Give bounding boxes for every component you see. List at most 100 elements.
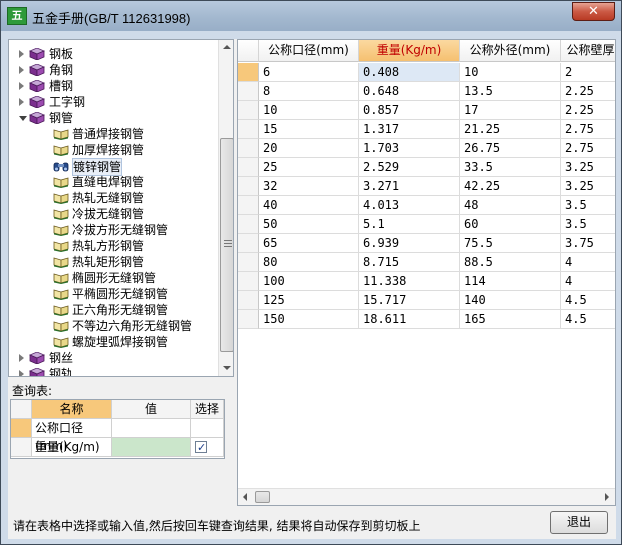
query-select-cell[interactable] <box>191 419 224 438</box>
scroll-up-arrow-icon[interactable] <box>223 45 231 49</box>
data-table[interactable]: 公称口径(mm) 重量(Kg/m) 公称外径(mm) 公称壁厚 6 0.408 10 2 8 0.… <box>237 39 616 506</box>
tree-item-child-10[interactable]: 平椭圆形无缝钢管 <box>9 286 217 302</box>
table-cell[interactable]: 3.271 <box>359 177 460 196</box>
title-bar[interactable]: 五 五金手册(GB/T 112631998) ✕ <box>1 1 621 31</box>
close-button[interactable]: ✕ <box>572 2 615 21</box>
tree-item-category-0[interactable]: 钢板 <box>9 46 217 62</box>
query-value-input[interactable] <box>112 419 191 438</box>
table-cell[interactable]: 8 <box>259 82 359 101</box>
tree-item-child-1[interactable]: 加厚焊接钢管 <box>9 142 217 158</box>
table-cell[interactable]: 114 <box>460 272 561 291</box>
tree-item-category-2[interactable]: 槽钢 <box>9 78 217 94</box>
table-cell[interactable]: 2.529 <box>359 158 460 177</box>
tree-item-category-4[interactable]: 钢管 <box>9 110 217 126</box>
table-cell[interactable]: 60 <box>460 215 561 234</box>
query-select-cell[interactable]: ✓ <box>191 438 224 457</box>
table-cell[interactable]: 6.939 <box>359 234 460 253</box>
query-header-value[interactable]: 值 <box>112 400 191 419</box>
expand-arrow-icon[interactable] <box>19 82 24 90</box>
row-header[interactable] <box>238 158 259 177</box>
table-cell[interactable]: 65 <box>259 234 359 253</box>
row-header[interactable] <box>238 177 259 196</box>
table-cell[interactable]: 6 <box>259 63 359 82</box>
table-cell[interactable]: 0.857 <box>359 101 460 120</box>
row-header[interactable] <box>238 196 259 215</box>
table-cell[interactable]: 48 <box>460 196 561 215</box>
exit-button[interactable]: 退出 <box>550 511 608 534</box>
table-cell[interactable]: 4 <box>561 272 615 291</box>
table-cell[interactable]: 4.5 <box>561 291 615 310</box>
table-cell[interactable]: 0.648 <box>359 82 460 101</box>
tree-vertical-scrollbar[interactable] <box>218 40 233 376</box>
tree-item-category-1[interactable]: 角钢 <box>9 62 217 78</box>
tree-item-child-0[interactable]: 普通焊接钢管 <box>9 126 217 142</box>
table-cell[interactable]: 1.317 <box>359 120 460 139</box>
tree-item-child-9[interactable]: 椭圆形无缝钢管 <box>9 270 217 286</box>
table-cell[interactable]: 4.013 <box>359 196 460 215</box>
table-cell[interactable]: 2.25 <box>561 101 615 120</box>
row-header[interactable] <box>238 120 259 139</box>
table-cell[interactable]: 3.5 <box>561 196 615 215</box>
table-cell[interactable]: 20 <box>259 139 359 158</box>
tree-item-after-category-0[interactable]: 钢丝 <box>9 350 217 366</box>
expand-arrow-icon[interactable] <box>19 50 24 58</box>
table-cell[interactable]: 88.5 <box>460 253 561 272</box>
row-header[interactable] <box>238 139 259 158</box>
scroll-down-arrow-icon[interactable] <box>223 366 231 370</box>
expand-arrow-icon[interactable] <box>19 98 24 106</box>
table-cell[interactable]: 25 <box>259 158 359 177</box>
row-header[interactable] <box>238 82 259 101</box>
table-horizontal-scrollbar[interactable] <box>238 488 615 505</box>
table-cell[interactable]: 165 <box>460 310 561 329</box>
table-cell[interactable]: 42.25 <box>460 177 561 196</box>
tree-item-child-6[interactable]: 冷拔方形无缝钢管 <box>9 222 217 238</box>
tree-item-child-11[interactable]: 正六角形无缝钢管 <box>9 302 217 318</box>
table-cell[interactable]: 11.338 <box>359 272 460 291</box>
tree-item-child-2[interactable]: 镀锌钢管 <box>9 158 217 176</box>
table-cell[interactable]: 18.611 <box>359 310 460 329</box>
table-cell[interactable]: 40 <box>259 196 359 215</box>
expand-arrow-icon[interactable] <box>19 370 24 376</box>
collapse-arrow-icon[interactable] <box>19 116 27 121</box>
query-row-header[interactable] <box>11 438 32 457</box>
scroll-left-arrow-icon[interactable] <box>243 493 247 501</box>
table-cell[interactable]: 125 <box>259 291 359 310</box>
tree-item-child-4[interactable]: 热轧无缝钢管 <box>9 190 217 206</box>
table-cell[interactable]: 15.717 <box>359 291 460 310</box>
table-cell[interactable]: 2 <box>561 63 615 82</box>
table-cell[interactable]: 3.5 <box>561 215 615 234</box>
table-cell[interactable]: 0.408 <box>359 63 460 82</box>
table-cell[interactable]: 2.75 <box>561 139 615 158</box>
row-header[interactable] <box>238 291 259 310</box>
expand-arrow-icon[interactable] <box>19 66 24 74</box>
tree-item-category-3[interactable]: 工字钢 <box>9 94 217 110</box>
tree-item-child-8[interactable]: 热轧矩形钢管 <box>9 254 217 270</box>
tree-item-child-7[interactable]: 热轧方形钢管 <box>9 238 217 254</box>
table-cell[interactable]: 10 <box>460 63 561 82</box>
row-header[interactable] <box>238 234 259 253</box>
expand-arrow-icon[interactable] <box>19 354 24 362</box>
query-row-header[interactable] <box>11 419 32 438</box>
column-header[interactable]: 重量(Kg/m) <box>359 40 460 62</box>
tree-item-child-13[interactable]: 螺旋埋弧焊接钢管 <box>9 334 217 350</box>
row-header[interactable] <box>238 253 259 272</box>
table-cell[interactable]: 2.75 <box>561 120 615 139</box>
row-header[interactable] <box>238 310 259 329</box>
table-cell[interactable]: 50 <box>259 215 359 234</box>
column-header[interactable]: 公称壁厚 <box>561 40 615 62</box>
table-cell[interactable]: 32 <box>259 177 359 196</box>
row-header[interactable] <box>238 272 259 291</box>
table-cell[interactable]: 75.5 <box>460 234 561 253</box>
table-cell[interactable]: 10 <box>259 101 359 120</box>
query-grid[interactable]: 名称 值 选择 公称口径(mm) 重量(Kg/m) ✓ <box>10 399 225 459</box>
table-cell[interactable]: 15 <box>259 120 359 139</box>
table-cell[interactable]: 26.75 <box>460 139 561 158</box>
table-cell[interactable]: 1.703 <box>359 139 460 158</box>
table-cell[interactable]: 80 <box>259 253 359 272</box>
table-cell[interactable]: 3.25 <box>561 158 615 177</box>
table-cell[interactable]: 100 <box>259 272 359 291</box>
table-cell[interactable]: 140 <box>460 291 561 310</box>
column-header[interactable]: 公称口径(mm) <box>259 40 359 62</box>
row-header[interactable] <box>238 215 259 234</box>
scroll-thumb[interactable] <box>220 138 233 352</box>
